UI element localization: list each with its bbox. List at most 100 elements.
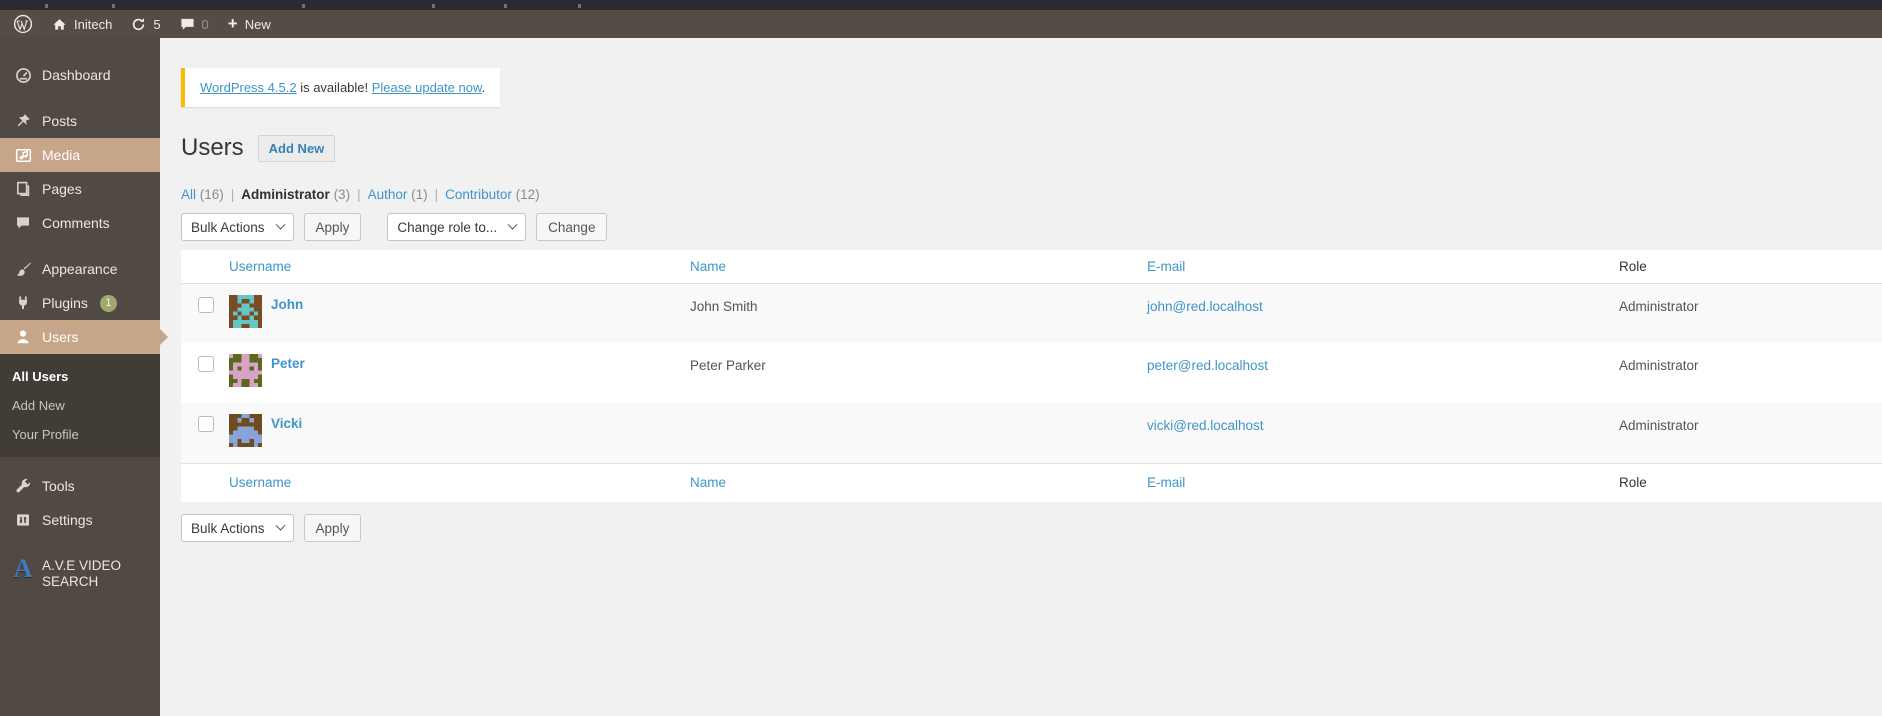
role-cell: Administrator [1619, 418, 1699, 433]
update-now-link[interactable]: Please update now [372, 80, 482, 95]
admin-bar: Initech 5 0 + New [0, 10, 1882, 38]
users-table: Username Name E-mail Role John John Smith joh… [181, 250, 1882, 502]
wordpress-version-link[interactable]: WordPress 4.5.2 [200, 80, 297, 95]
column-header-username[interactable]: Username [229, 475, 291, 490]
browser-strip [0, 0, 1882, 10]
username-link[interactable]: John [271, 297, 303, 331]
wrench-icon [14, 478, 32, 495]
sidebar-item-ave-video-search[interactable]: A A.V.E VIDEO SEARCH [0, 553, 160, 590]
add-new-button[interactable]: Add New [257, 135, 336, 162]
row-checkbox[interactable] [198, 416, 214, 432]
sidebar-item-comments[interactable]: Comments [0, 206, 160, 240]
filter-label: Contributor [445, 187, 512, 202]
chevron-down-icon [507, 219, 518, 230]
brush-icon [14, 261, 32, 278]
bulk-actions-bottom: Bulk Actions Apply [181, 514, 1882, 542]
column-header-email[interactable]: E-mail [1147, 475, 1185, 490]
name-cell: John Smith [690, 298, 758, 314]
table-header: Username Name E-mail Role [181, 250, 1882, 284]
sidebar-item-label: Posts [42, 113, 78, 129]
filter-count: (16) [196, 187, 224, 202]
bulk-actions-select[interactable]: Bulk Actions [181, 213, 294, 241]
sidebar-item-label: Plugins [42, 295, 88, 311]
sidebar-item-label: Pages [42, 181, 82, 197]
filter-count: (12) [511, 187, 540, 202]
notice-text: is available! [296, 80, 372, 95]
change-button[interactable]: Change [536, 213, 608, 241]
filter-label: Author [367, 187, 408, 202]
sidebar-item-appearance[interactable]: Appearance [0, 252, 160, 286]
row-checkbox[interactable] [198, 356, 214, 372]
filter-administrator[interactable]: Administrator (3) [241, 187, 350, 202]
filter-all[interactable]: All (16) [181, 187, 224, 202]
new-label: New [244, 16, 271, 32]
sidebar-item-label: Appearance [42, 261, 118, 277]
submenu-item-your-profile[interactable]: Your Profile [0, 420, 160, 449]
apply-button[interactable]: Apply [303, 213, 362, 241]
bulk-actions-value: Bulk Actions [191, 520, 265, 536]
sidebar-item-plugins[interactable]: Plugins 1 [0, 286, 160, 320]
filter-separator: | [434, 187, 439, 202]
dashboard-icon [14, 67, 32, 84]
avatar [229, 414, 262, 450]
role-cell: Administrator [1619, 358, 1699, 373]
sidebar-item-label: Tools [42, 478, 75, 494]
settings-icon [14, 512, 32, 528]
table-footer: Username Name E-mail Role [181, 462, 1882, 502]
filter-author[interactable]: Author (1) [368, 187, 428, 202]
new-menu[interactable]: + New [228, 10, 271, 38]
sidebar-item-dashboard[interactable]: Dashboard [0, 58, 160, 92]
submenu-item-add-new[interactable]: Add New [0, 391, 160, 420]
update-count-badge: 1 [99, 294, 117, 312]
main-content: WordPress 4.5.2 is available! Please upd… [160, 38, 1882, 716]
avatar [229, 294, 262, 331]
pages-icon [14, 181, 32, 197]
bulk-actions-select-bottom[interactable]: Bulk Actions [181, 514, 294, 542]
wordpress-logo-icon[interactable] [13, 10, 33, 38]
user-icon [14, 329, 32, 345]
sidebar-item-posts[interactable]: Posts [0, 104, 160, 138]
submenu-item-all-users[interactable]: All Users [0, 362, 160, 391]
row-checkbox[interactable] [198, 296, 214, 313]
table-row: John John Smith john@red.localhost Administ… [181, 283, 1882, 343]
role-cell: Administrator [1619, 298, 1699, 314]
admin-sidebar: Dashboard Posts Media Pages Comments Appearan… [0, 38, 168, 716]
home-icon [53, 18, 66, 30]
column-header-name[interactable]: Name [690, 475, 726, 490]
ave-icon: A [13, 554, 33, 583]
site-name: Initech [74, 16, 113, 32]
bulk-actions-top: Bulk Actions Apply Change role to... Cha… [181, 213, 1882, 241]
sidebar-item-pages[interactable]: Pages [0, 172, 160, 206]
pin-icon [14, 113, 32, 129]
sidebar-item-users[interactable]: Users [0, 320, 168, 354]
notice-period: . [481, 80, 486, 95]
comments-icon [14, 215, 32, 231]
change-role-value: Change role to... [397, 219, 498, 235]
plus-icon: + [227, 13, 238, 33]
column-header-name[interactable]: Name [690, 259, 726, 274]
update-notice: WordPress 4.5.2 is available! Please upd… [181, 68, 501, 107]
filter-count: (1) [407, 187, 428, 202]
updates-menu[interactable]: 5 [131, 10, 161, 38]
filter-separator: | [357, 187, 361, 202]
filter-contributor[interactable]: Contributor (12) [445, 187, 540, 202]
email-link[interactable]: vicki@red.localhost [1147, 418, 1264, 433]
sidebar-item-tools[interactable]: Tools [0, 469, 160, 503]
sidebar-item-settings[interactable]: Settings [0, 503, 160, 537]
sidebar-item-media[interactable]: Media [0, 138, 160, 172]
column-header-role: Role [1619, 475, 1647, 491]
chevron-down-icon [275, 219, 285, 230]
username-link[interactable]: Vicki [271, 416, 302, 450]
sidebar-item-label: Media [42, 147, 81, 163]
username-link[interactable]: Peter [271, 356, 305, 390]
column-header-username[interactable]: Username [229, 259, 291, 274]
site-menu[interactable]: Initech [52, 10, 112, 38]
comments-menu[interactable]: 0 [180, 10, 209, 38]
column-header-email[interactable]: E-mail [1147, 259, 1185, 274]
email-link[interactable]: john@red.localhost [1147, 299, 1263, 314]
chevron-down-icon [275, 520, 285, 531]
apply-button-bottom[interactable]: Apply [303, 514, 362, 542]
page-title: Users [181, 133, 244, 161]
email-link[interactable]: peter@red.localhost [1147, 358, 1268, 373]
change-role-select[interactable]: Change role to... [387, 213, 527, 241]
